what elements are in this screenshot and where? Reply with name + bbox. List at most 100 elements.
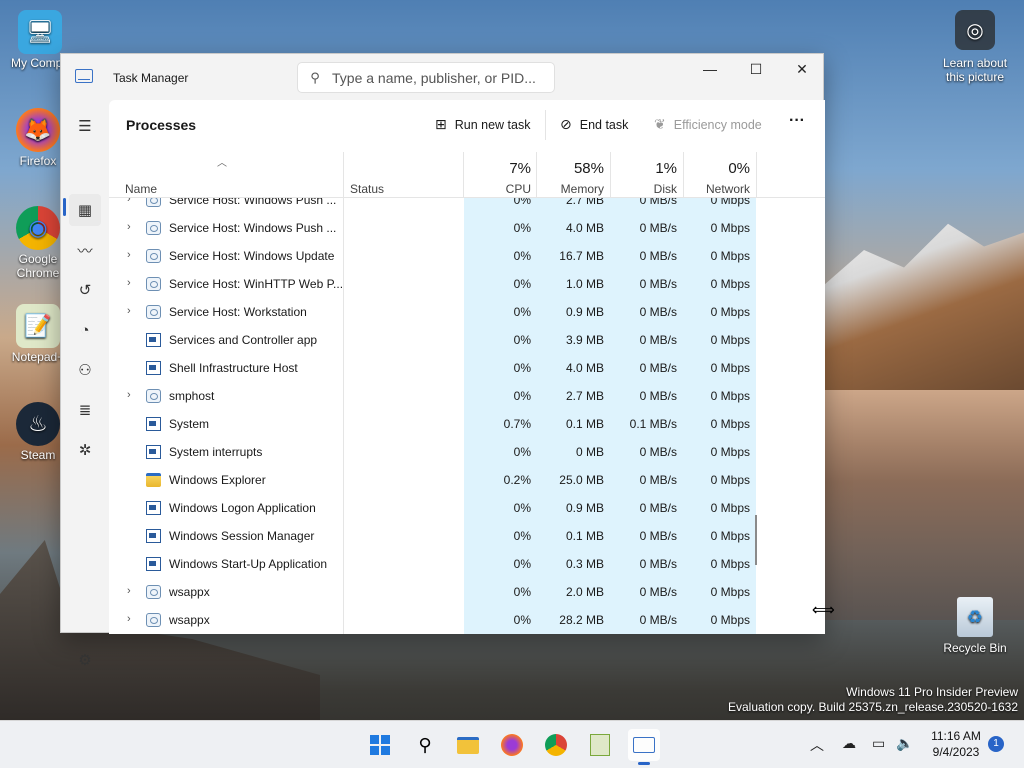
process-row[interactable]: › Service Host: WinHTTP Web P... 0% 1.0 MB 0… — [109, 270, 809, 298]
nav-settings-gear-icon[interactable]: ⚙ — [69, 644, 101, 676]
disk-value: 0 MB/s — [639, 249, 677, 263]
nav-details-icon[interactable]: ≣ — [69, 394, 101, 426]
toolbar: Processes ⊞ Run new task ⊘ End task ❦ Ef… — [109, 100, 825, 152]
toolbar-divider — [545, 110, 546, 140]
column-name[interactable]: Name — [125, 182, 157, 196]
process-row[interactable]: Services and Controller app 0% 3.9 MB 0 MB/… — [109, 326, 809, 354]
system-clock[interactable]: 11:16 AM 9/4/2023 — [914, 728, 998, 760]
process-row[interactable]: Windows Session Manager 0% 0.1 MB 0 MB/s 0 M… — [109, 522, 809, 550]
network-value: 0 Mbps — [710, 613, 750, 627]
column-status[interactable]: Status — [350, 182, 384, 196]
title-bar[interactable]: Task Manager ⚲ — ☐ ✕ — [61, 54, 825, 100]
network-disconnected-icon[interactable]: ☁ — [842, 735, 856, 752]
hamburger-menu-icon[interactable]: ☰ — [69, 110, 101, 142]
column-disk[interactable]: Disk — [613, 182, 677, 196]
show-hidden-icons-chevron-icon[interactable]: ︿ — [810, 735, 824, 755]
nav-users-icon[interactable]: ⚇ — [69, 354, 101, 386]
taskbar-file-explorer[interactable] — [452, 729, 484, 761]
close-button[interactable]: ✕ — [779, 54, 825, 84]
nav-services-icon[interactable]: ✲ — [69, 434, 101, 466]
process-row[interactable]: › Service Host: Windows Update 0% 16.7 MB 0 … — [109, 242, 809, 270]
volume-icon[interactable]: 🔈 — [896, 735, 913, 752]
start-button[interactable] — [364, 729, 396, 761]
app-window-icon — [146, 333, 161, 347]
process-row[interactable]: Windows Start-Up Application 0% 0.3 MB 0 MB… — [109, 550, 809, 578]
search-input[interactable] — [332, 69, 542, 86]
process-row[interactable]: › Service Host: Windows Push ... 0% 2.7 MB 0… — [109, 198, 809, 214]
column-divider[interactable] — [463, 152, 464, 198]
process-name: Service Host: Windows Update — [169, 249, 335, 263]
process-row[interactable]: System interrupts 0% 0 MB 0 MB/s 0 Mbps — [109, 438, 809, 466]
learn-about-picture[interactable]: ◎ Learn about this picture — [940, 10, 1010, 84]
more-options-button[interactable]: ··· — [789, 112, 805, 130]
disk-value: 0 MB/s — [639, 501, 677, 515]
column-divider[interactable] — [756, 152, 757, 198]
display-icon[interactable]: ▭ — [872, 735, 885, 752]
run-new-task-button[interactable]: ⊞ Run new task — [435, 116, 530, 133]
expand-chevron-icon[interactable]: › — [127, 585, 131, 597]
cpu-value: 0% — [513, 613, 531, 627]
notification-badge[interactable]: 1 — [988, 736, 1004, 752]
expand-chevron-icon[interactable]: › — [127, 305, 131, 317]
column-divider[interactable] — [343, 152, 344, 198]
process-row[interactable]: › wsappx 0% 28.2 MB 0 MB/s 0 Mbps — [109, 606, 809, 634]
end-task-button[interactable]: ⊘ End task — [560, 116, 628, 133]
process-row[interactable]: › smphost 0% 2.7 MB 0 MB/s 0 Mbps — [109, 382, 809, 410]
network-value: 0 Mbps — [710, 249, 750, 263]
clock-time: 11:16 AM — [931, 729, 981, 743]
column-divider[interactable] — [536, 152, 537, 198]
expand-chevron-icon[interactable]: › — [127, 277, 131, 289]
nav-startup-apps-icon[interactable]: ◔ — [69, 314, 101, 346]
cpu-value: 0% — [513, 501, 531, 515]
column-divider[interactable] — [610, 152, 611, 198]
run-new-task-icon: ⊞ — [435, 116, 447, 132]
minimize-button[interactable]: — — [687, 54, 733, 84]
expand-chevron-icon[interactable]: › — [127, 249, 131, 261]
process-row[interactable]: Windows Explorer 0.2% 25.0 MB 0 MB/s 0 Mbps — [109, 466, 809, 494]
search-box[interactable]: ⚲ — [297, 62, 555, 93]
list-scrollbar-thumb[interactable] — [755, 515, 757, 565]
column-cpu[interactable]: CPU — [469, 182, 531, 196]
column-network[interactable]: Network — [685, 182, 750, 196]
process-row[interactable]: System 0.7% 0.1 MB 0.1 MB/s 0 Mbps — [109, 410, 809, 438]
taskbar-search-button[interactable]: ⚲ — [409, 729, 441, 761]
process-list: › Service Host: Windows Push ... 0% 2.7 MB 0… — [109, 198, 825, 634]
disk-total-percent: 1% — [655, 160, 677, 177]
recycle-label: Recycle Bin — [943, 641, 1007, 655]
process-name: Windows Logon Application — [169, 501, 316, 515]
expand-chevron-icon[interactable]: › — [127, 198, 131, 205]
desktop-icon-recycle-bin[interactable]: ♻ Recycle Bin — [940, 597, 1010, 655]
nav-app-history-icon[interactable]: ↺ — [69, 274, 101, 306]
expand-chevron-icon[interactable]: › — [127, 389, 131, 401]
taskbar-firefox[interactable] — [496, 729, 528, 761]
service-gear-icon — [146, 613, 161, 627]
app-window-icon — [146, 417, 161, 431]
process-name: Service Host: Windows Push ... — [169, 198, 337, 207]
process-row[interactable]: › Service Host: Windows Push ... 0% 4.0 MB 0… — [109, 214, 809, 242]
efficiency-mode-button[interactable]: ❦ Efficiency mode — [654, 116, 762, 133]
nav-performance-icon[interactable]: 〰 — [69, 234, 101, 266]
maximize-button[interactable]: ☐ — [733, 54, 779, 84]
cpu-value: 0% — [513, 249, 531, 263]
taskbar-chrome[interactable] — [540, 729, 572, 761]
watermark-line: Windows 11 Pro Insider Preview — [846, 685, 1018, 699]
end-task-icon: ⊘ — [560, 116, 572, 132]
cpu-value: 0% — [513, 305, 531, 319]
process-row[interactable]: Shell Infrastructure Host 0% 4.0 MB 0 MB/s 0… — [109, 354, 809, 382]
column-memory[interactable]: Memory — [539, 182, 604, 196]
memory-value: 0.9 MB — [565, 501, 604, 515]
nav-processes-icon[interactable]: ▦ — [69, 194, 101, 226]
service-gear-icon — [146, 277, 161, 291]
memory-value: 2.7 MB — [565, 389, 604, 403]
process-row[interactable]: › wsappx 0% 2.0 MB 0 MB/s 0 Mbps — [109, 578, 809, 606]
process-row[interactable]: Windows Logon Application 0% 0.9 MB 0 MB/s 0… — [109, 494, 809, 522]
taskbar-task-manager[interactable] — [628, 729, 660, 765]
expand-chevron-icon[interactable]: › — [127, 613, 131, 625]
end-task-label: End task — [579, 117, 629, 132]
process-row[interactable]: › Service Host: Workstation 0% 0.9 MB 0 MB/s… — [109, 298, 809, 326]
wallpaper-lake — [824, 390, 1024, 620]
expand-chevron-icon[interactable]: › — [127, 221, 131, 233]
build-watermark: Windows 11 Pro Insider Preview Evaluatio… — [728, 685, 1018, 715]
column-divider[interactable] — [683, 152, 684, 198]
taskbar-notepadpp[interactable] — [584, 729, 616, 761]
